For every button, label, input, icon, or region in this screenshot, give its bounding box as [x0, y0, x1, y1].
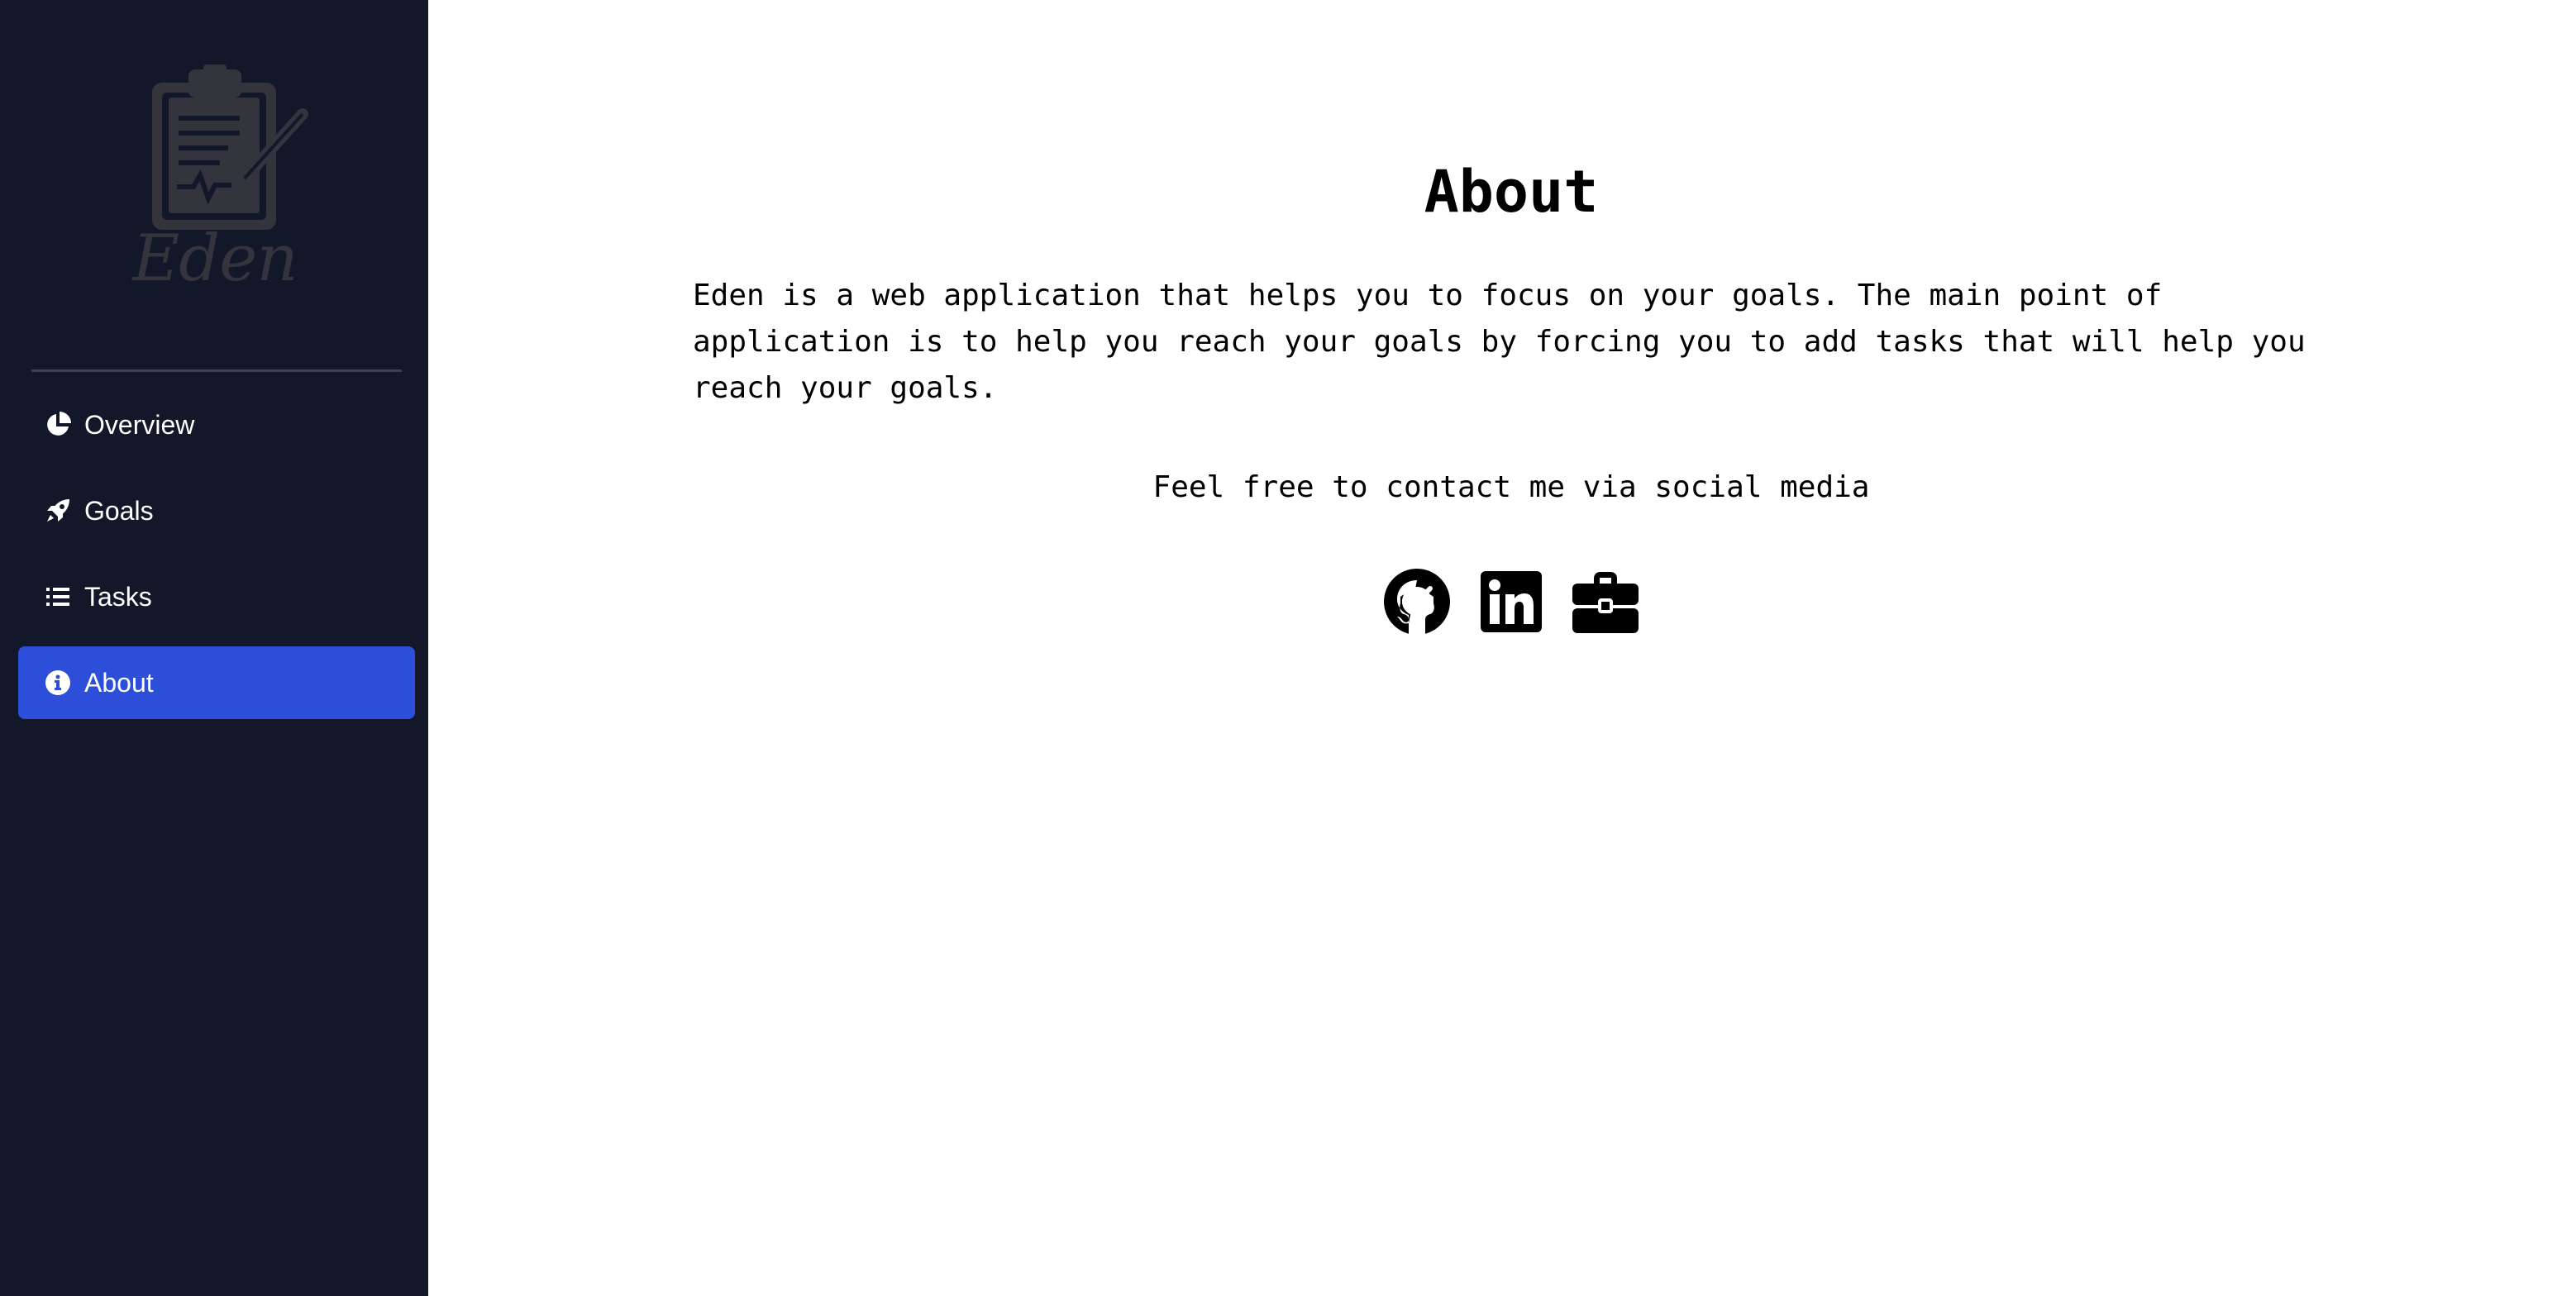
- sidebar-item-label: Goals: [84, 495, 154, 526]
- sidebar-item-goals[interactable]: Goals: [18, 474, 415, 547]
- about-description: Eden is a web application that helps you…: [693, 279, 2306, 405]
- rocket-icon: [43, 496, 73, 526]
- sidebar-item-label: Tasks: [84, 581, 152, 612]
- pie-chart-icon: [43, 410, 73, 440]
- info-icon: [43, 668, 73, 698]
- brand-name: Eden: [132, 222, 298, 296]
- app: Eden Overview Goals Tasks About About Ed…: [0, 0, 2576, 1296]
- app-logo[interactable]: Eden: [132, 64, 314, 304]
- sidebar-item-tasks[interactable]: Tasks: [18, 560, 415, 633]
- linkedin-icon: [1481, 571, 1542, 632]
- sidebar-item-about[interactable]: About: [18, 646, 415, 719]
- about-section: About Eden is a web application that hel…: [693, 150, 2330, 636]
- github-icon: [1384, 569, 1450, 635]
- briefcase-icon: [1572, 572, 1639, 633]
- sidebar-item-label: About: [84, 667, 154, 698]
- portfolio-link[interactable]: [1571, 567, 1640, 636]
- list-icon: [43, 582, 73, 612]
- github-link[interactable]: [1382, 567, 1452, 636]
- sidebar-item-overview[interactable]: Overview: [18, 388, 415, 461]
- linkedin-link[interactable]: [1476, 567, 1546, 636]
- sidebar-item-label: Overview: [84, 409, 195, 440]
- page-title: About: [1424, 158, 1599, 226]
- social-links: [693, 567, 2330, 636]
- sidebar: Eden Overview Goals Tasks About: [0, 0, 428, 1296]
- sidebar-divider: [31, 369, 402, 372]
- clipboard-logo-icon: [152, 64, 308, 230]
- main-content: About Eden is a web application that hel…: [428, 0, 2576, 1296]
- contact-text: Feel free to contact me via social media: [1152, 470, 1870, 504]
- sidebar-nav: Overview Goals Tasks About: [18, 388, 415, 732]
